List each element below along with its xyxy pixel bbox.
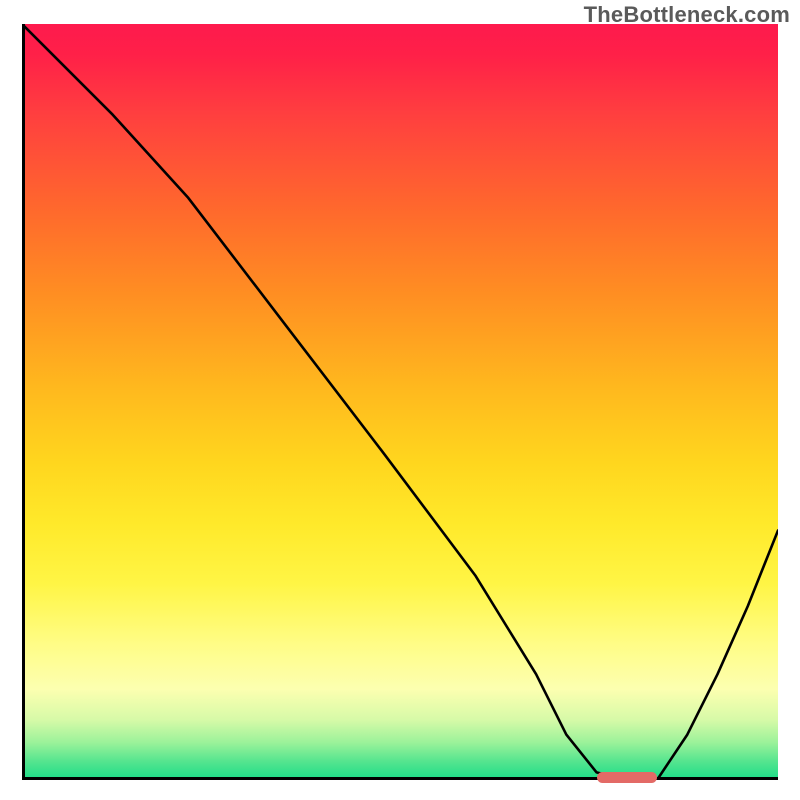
plot-area xyxy=(22,24,778,780)
optimal-region-marker xyxy=(597,772,657,783)
watermark-text: TheBottleneck.com xyxy=(584,2,790,28)
bottleneck-curve xyxy=(22,24,778,780)
chart-container: TheBottleneck.com xyxy=(0,0,800,800)
